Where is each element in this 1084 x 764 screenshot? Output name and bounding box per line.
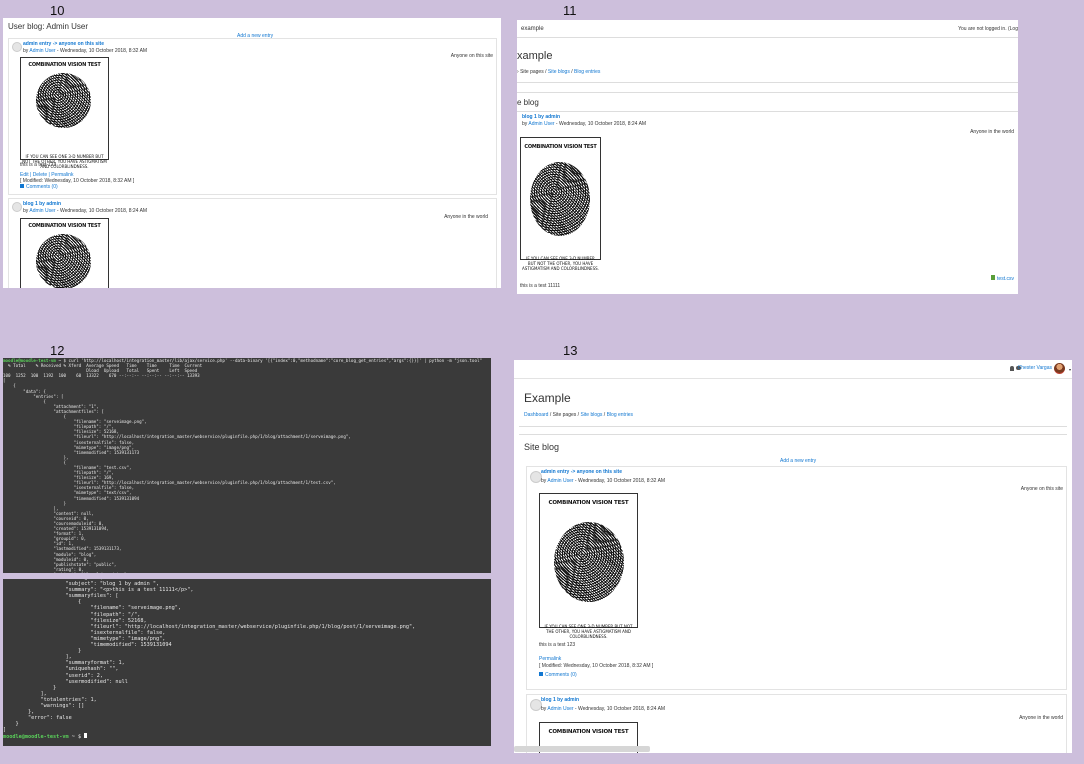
section-heading: e blog <box>517 98 539 107</box>
attachment-link[interactable]: test.csv <box>991 275 1014 283</box>
avatar[interactable] <box>1054 363 1065 374</box>
crumb-site-blogs[interactable]: Site blogs <box>580 412 602 418</box>
blog-entry: admin entry -> anyone on this site by Ad… <box>526 466 1067 690</box>
screenshot-10: User blog: Admin User Add a new entry ad… <box>3 18 501 288</box>
terminal-prompt-line: moodle@moodle-test-vm ~ $ <box>3 733 491 740</box>
author-link[interactable]: Admin User <box>547 706 573 712</box>
visibility-label: Anyone in the world <box>1019 715 1063 721</box>
blog-entry: blog 1 by admin by Admin User - Wednesda… <box>8 198 497 288</box>
comic-title: COMBINATION VISION TEST <box>524 144 597 150</box>
avatar <box>12 202 22 212</box>
avatar <box>12 42 22 52</box>
horizontal-scrollbar[interactable] <box>514 746 650 752</box>
visibility-label: Anyone in the world <box>444 214 488 220</box>
crumb-blog-entries[interactable]: Blog entries <box>574 69 600 75</box>
login-info[interactable]: You are not logged in. (Log <box>958 26 1018 33</box>
comments-link[interactable]: Comments (0) <box>20 184 58 191</box>
author-link[interactable]: Admin User <box>528 121 554 127</box>
page-heading: xample <box>517 50 553 62</box>
blog-entry: admin entry -> anyone on this site by Ad… <box>8 38 497 195</box>
crumb-dashboard[interactable]: Dashboard <box>524 412 548 418</box>
visibility-label: Anyone on this site <box>1020 486 1063 492</box>
blog-entry: blog 1 by admin by Admin User - Wednesda… <box>526 694 1067 753</box>
section-heading: Site blog <box>524 442 560 452</box>
entry-subject-link[interactable]: blog 1 by admin <box>541 697 665 704</box>
comic-title: COMBINATION VISION TEST <box>28 62 101 68</box>
entry-text: this is a test 123 <box>20 162 57 168</box>
plus-icon <box>539 672 543 676</box>
author-link[interactable]: Admin User <box>29 48 55 54</box>
entry-subject-link[interactable]: blog 1 by admin <box>522 114 646 121</box>
author-link[interactable]: Admin User <box>547 478 573 484</box>
comic-title: COMBINATION VISION TEST <box>548 500 629 506</box>
terminal-top[interactable]: moodle@moodle-test-vm ~ $ curl 'http://l… <box>3 358 491 573</box>
crumb-site-blogs[interactable]: Site blogs <box>548 69 570 75</box>
cursor-icon <box>84 733 88 739</box>
user-name[interactable]: Chester Vargas <box>1018 365 1052 372</box>
dot-circle-image <box>36 73 91 128</box>
crumb-site-pages[interactable]: Site pages <box>520 69 544 75</box>
crumb-blog-entries[interactable]: Blog entries <box>607 412 633 418</box>
label-10: 10 <box>50 3 65 18</box>
page-title: User blog: Admin User <box>8 22 89 31</box>
bell-icon[interactable] <box>1010 366 1014 371</box>
comic-caption: IF YOU CAN SEE ONE 3-D NUMBER BUT NOT TH… <box>544 624 633 639</box>
dot-circle-image <box>36 234 91 288</box>
entry-subject-link[interactable]: admin entry -> anyone on this site <box>23 41 147 48</box>
entry-subject-link[interactable]: admin entry -> anyone on this site <box>541 469 665 476</box>
json-output: [ { "data": { "entries": [ { "attachment… <box>3 378 351 573</box>
terminal-prompt: moodle@moodle-test-vm <box>3 734 69 741</box>
terminal-bottom[interactable]: "rating": 0, "subject": "blog 1 by admin… <box>3 579 491 746</box>
json-output: "rating": 0, "subject": "blog 1 by admin… <box>3 579 416 734</box>
screenshot-11: example You are not logged in. (Log xamp… <box>517 20 1018 294</box>
comic-title: COMBINATION VISION TEST <box>28 223 101 229</box>
permalink-link[interactable]: Permalink <box>539 656 561 663</box>
breadcrumb: › Site pages / Site blogs / Blog entries <box>517 69 601 75</box>
site-name: example <box>521 26 544 32</box>
entry-image: COMBINATION VISION TEST IF YOU CAN SEE O… <box>539 493 638 639</box>
comic-caption: IF YOU CAN SEE ONE 3-D NUMBER BUT NOT TH… <box>522 256 599 271</box>
dot-circle-image <box>530 162 590 236</box>
add-entry-link[interactable]: Add a new entry <box>780 458 816 465</box>
chevron-down-icon[interactable]: ▾ <box>1069 367 1071 372</box>
entry-date: - Wednesday, 10 October 2018, 8:32 AM <box>55 48 148 54</box>
label-12: 12 <box>50 343 65 358</box>
crumb-site-pages[interactable]: Site pages <box>553 412 577 418</box>
entry-image: COMBINATION VISION TEST <box>20 218 109 288</box>
breadcrumb: Dashboard / Site pages / Site blogs / Bl… <box>524 412 633 418</box>
label-11: 11 <box>563 3 577 18</box>
entry-image: COMBINATION VISION TEST IF YOU CAN SEE O… <box>20 57 109 169</box>
file-icon <box>991 275 996 280</box>
screenshot-13: Chester Vargas ▾ Example Dashboard / Sit… <box>514 360 1072 753</box>
label-13: 13 <box>563 343 578 358</box>
visibility-label: Anyone in the world <box>970 129 1014 135</box>
plus-icon <box>20 184 24 188</box>
entry-text: this is a test 123 <box>539 642 576 648</box>
entry-text: this is a test 11111 <box>520 283 561 289</box>
top-navbar: Chester Vargas ▾ <box>514 360 1072 379</box>
author-link[interactable]: Admin User <box>29 208 55 214</box>
comic-title: COMBINATION VISION TEST <box>548 729 629 735</box>
visibility-label: Anyone on this site <box>450 53 493 59</box>
modified-text: [ Modified: Wednesday, 10 October 2018, … <box>539 663 654 669</box>
comments-link[interactable]: Comments (0) <box>539 672 577 679</box>
entry-subject-link[interactable]: blog 1 by admin <box>23 201 147 208</box>
curl-progress: % Total % Received % Xferd Average Speed… <box>3 363 203 379</box>
entry-image: COMBINATION VISION TEST IF YOU CAN SEE O… <box>520 137 601 271</box>
page-heading: Example <box>524 391 571 405</box>
dot-circle-image <box>554 522 624 602</box>
